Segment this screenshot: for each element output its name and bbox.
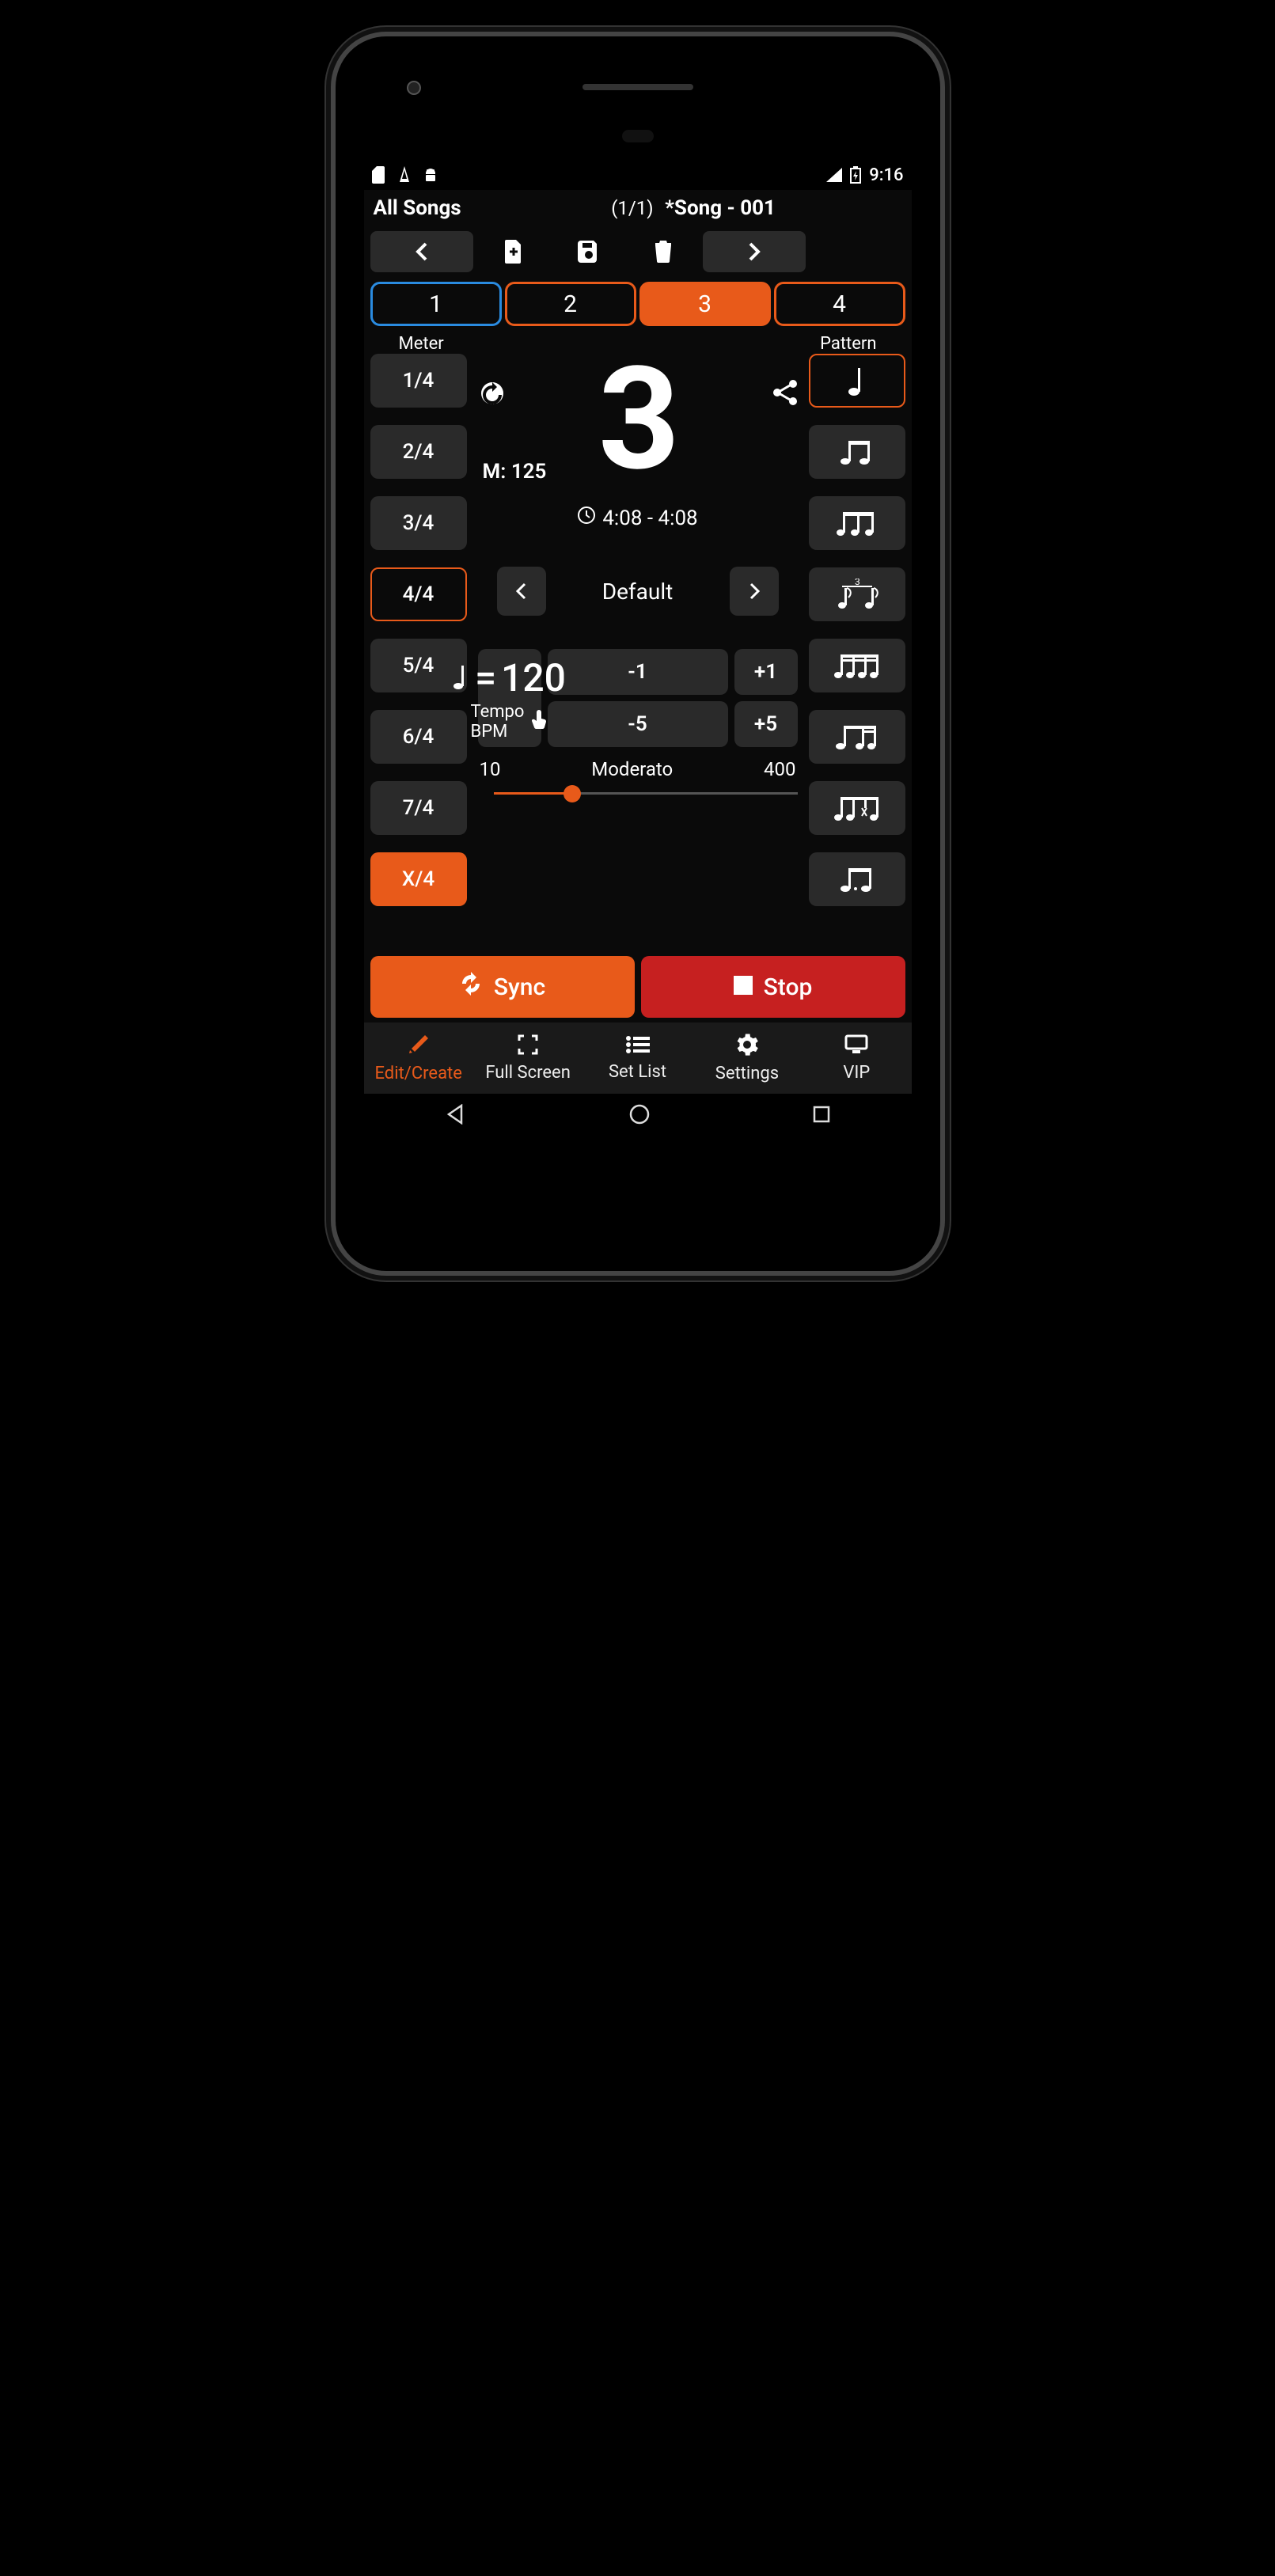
meter-7-4[interactable]: 7/4 [370,781,467,835]
beat-3[interactable]: 3 [639,282,771,326]
nav-edit-create[interactable]: Edit/Create [364,1022,473,1094]
meter-column: 1/4 2/4 3/4 4/4 5/4 6/4 7/4 X/4 [370,354,467,947]
delete-button[interactable] [630,231,696,272]
beat-4[interactable]: 4 [774,282,905,326]
song-toolbar [364,226,912,277]
vip-icon [844,1034,868,1060]
recent-button[interactable] [813,1106,830,1126]
sync-button[interactable]: Sync [370,956,635,1018]
meter-1-4[interactable]: 1/4 [370,354,467,408]
status-time: 9:16 [869,165,903,185]
pencil-icon [408,1034,430,1060]
measure-label: M: [483,460,507,484]
prev-song-button[interactable] [370,231,473,272]
nav-fullscreen[interactable]: Full Screen [473,1022,582,1094]
save-button[interactable] [554,231,624,272]
preset-name[interactable]: Default [562,579,714,605]
gear-icon [736,1034,758,1060]
signal-icon [826,168,842,182]
metronome-icon [397,166,412,184]
measure-value: 125 [511,460,547,484]
current-beat-display: 3 [598,355,680,484]
battery-charging-icon [850,166,861,184]
tap-icon [530,710,548,734]
meter-label: Meter [399,334,444,354]
tempo-plus-5-button[interactable]: +5 [734,701,798,747]
stop-button[interactable]: Stop [641,956,905,1018]
nav-fullscreen-label: Full Screen [485,1063,571,1083]
center-panel: 3 M: 125 4:08 - 4:08 [473,354,803,947]
meter-4-4[interactable]: 4/4 [370,567,467,621]
pattern-quarter[interactable] [809,354,905,408]
meter-3-4[interactable]: 3/4 [370,496,467,550]
list-icon [626,1035,650,1059]
system-nav [364,1094,912,1138]
beat-2[interactable]: 2 [505,282,636,326]
song-title[interactable]: *Song - 001 [665,196,776,220]
clock-icon [577,506,596,530]
nav-edit-label: Edit/Create [375,1064,462,1083]
tempo-bpm-label: Tempo BPM [471,702,525,742]
stop-label: Stop [764,973,813,1001]
pattern-eighth-pair[interactable] [809,425,905,479]
tempo-min-label: 10 [480,758,501,780]
tempo-name-label: Moderato [500,758,764,780]
beat-1[interactable]: 1 [370,282,502,326]
tempo-slider[interactable] [478,785,798,801]
next-song-button[interactable] [703,231,806,272]
status-bar: 9:16 [364,160,912,190]
nav-setlist[interactable]: Set List [582,1022,692,1094]
pattern-eighth-sixteenth[interactable] [809,710,905,764]
nav-vip[interactable]: VIP [802,1022,911,1094]
back-button[interactable] [446,1104,466,1128]
fullscreen-icon [518,1034,538,1060]
tempo-plus-1-button[interactable]: +1 [734,649,798,695]
pattern-syncopated[interactable] [809,781,905,835]
pattern-sixteenth-four[interactable] [809,639,905,692]
nav-setlist-label: Set List [609,1062,666,1082]
pattern-column: 3 [809,354,905,947]
preset-prev-button[interactable] [497,567,546,616]
pattern-eighth-triple[interactable] [809,496,905,550]
beat-indicators: 1 2 3 4 [364,277,912,331]
home-button[interactable] [629,1104,650,1128]
share-icon[interactable] [772,379,798,409]
pattern-label: Pattern [820,334,876,354]
list-name[interactable]: All Songs [374,196,461,220]
nav-settings[interactable]: Settings [693,1022,802,1094]
tempo-display[interactable]: = 120 Tempo BPM [478,649,541,747]
time-text: 4:08 - 4:08 [602,506,697,530]
meter-2-4[interactable]: 2/4 [370,425,467,479]
tempo-minus-5-button[interactable]: -5 [548,701,728,747]
song-header: All Songs (1/1) *Song - 001 [364,190,912,226]
stop-icon [734,973,753,1001]
meter-6-4[interactable]: 6/4 [370,710,467,764]
pattern-dotted[interactable] [809,852,905,906]
new-file-button[interactable] [480,231,548,272]
sync-icon [459,972,483,1002]
bottom-nav: Edit/Create Full Screen Set List Setting… [364,1022,912,1094]
tempo-value: 120 [501,655,566,700]
nav-vip-label: VIP [843,1063,870,1083]
song-index: (1/1) [611,197,653,219]
sync-label: Sync [494,973,545,1001]
time-display: 4:08 - 4:08 [577,506,697,530]
tempo-max-label: 400 [764,758,795,780]
sd-card-icon [372,166,386,184]
quarter-note-icon [453,655,470,700]
tempo-equals: = [475,655,496,700]
meter-custom[interactable]: X/4 [370,852,467,906]
pattern-triplet[interactable]: 3 [809,567,905,621]
tempo-minus-1-button[interactable]: -1 [548,649,728,695]
preset-next-button[interactable] [730,567,779,616]
android-icon [423,167,438,183]
loop-icon[interactable] [478,379,507,411]
nav-settings-label: Settings [715,1064,779,1083]
